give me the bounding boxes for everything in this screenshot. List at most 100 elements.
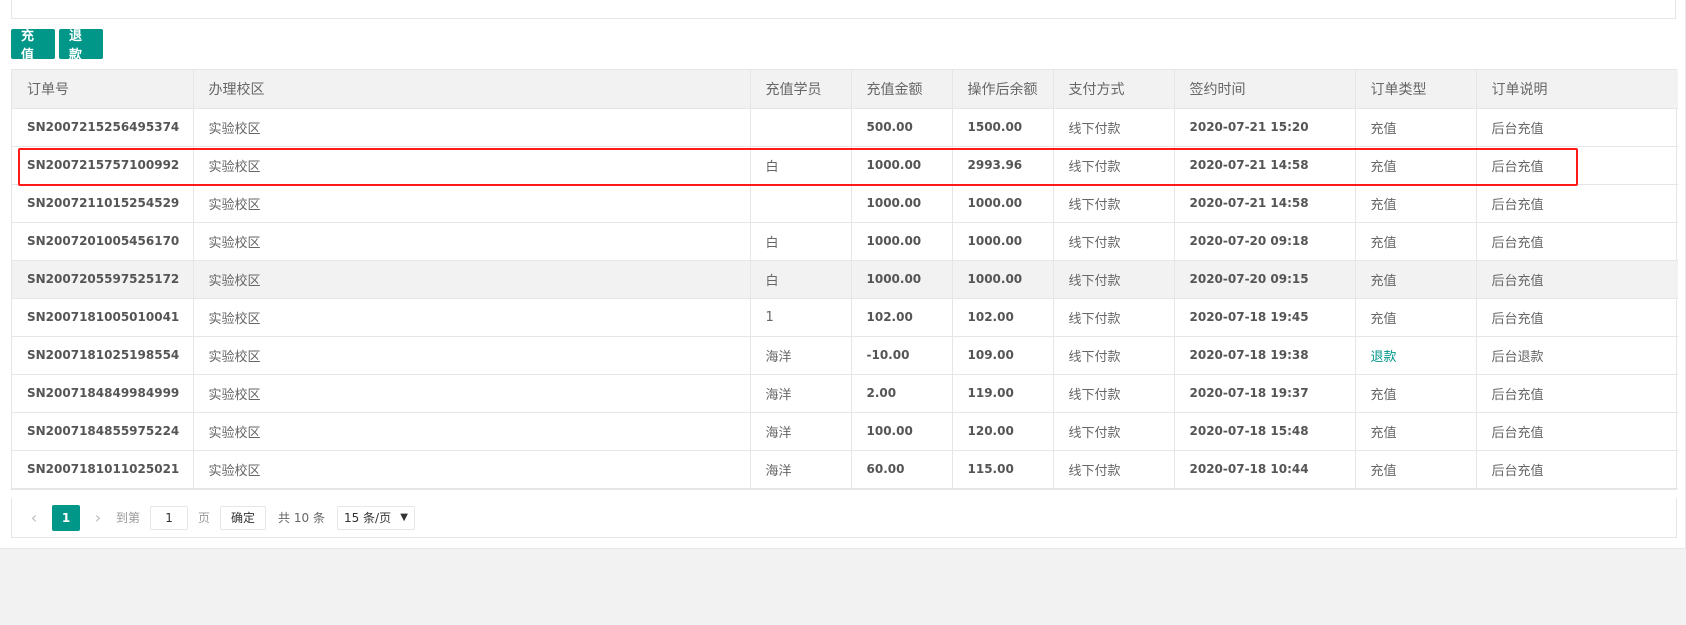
student-cell [750,184,852,223]
campus-cell: 实验校区 [193,184,751,223]
order-no-cell: SN2007205597525172 [12,260,194,299]
current-page-button[interactable]: 1 [52,504,80,531]
order-no-cell: SN2007181011025021 [12,450,194,489]
sign-time-cell: 2020-07-20 09:15 [1174,260,1356,299]
student-cell: 白 [750,222,852,261]
prev-page-icon[interactable]: ‹ [26,505,42,531]
table-row[interactable]: SN2007181011025021 实验校区 海洋 60.00 115.00 线下付款 2… [12,450,1678,489]
student-cell [750,108,852,147]
pay-method-cell: 线下付款 [1053,298,1175,337]
table-row[interactable]: SN2007211015254529 实验校区 1000.00 1000.00 线下付款… [12,184,1678,223]
order-type-cell: 充值 [1355,450,1477,489]
header-order-no[interactable]: 订单号 [12,70,194,109]
header-pay-method[interactable]: 支付方式 [1053,70,1175,109]
pay-method-cell: 线下付款 [1053,184,1175,223]
amount-cell: 1000.00 [851,146,953,185]
order-no-cell: SN2007201005456170 [12,222,194,261]
amount-cell: 1000.00 [851,222,953,261]
note-cell: 后台退款 [1476,336,1678,375]
note-cell: 后台充值 [1476,450,1678,489]
note-cell: 后台充值 [1476,108,1678,147]
goto-label: 到第 [116,511,141,525]
recharge-button[interactable]: 充值 [11,29,55,63]
refund-button[interactable]: 退款 [59,29,103,63]
order-type-cell: 充值 [1355,374,1477,413]
note-cell: 后台充值 [1476,146,1678,185]
sign-time-cell: 2020-07-18 19:38 [1174,336,1356,375]
header-balance[interactable]: 操作后余额 [952,70,1054,109]
order-type-cell: 充值 [1355,222,1477,261]
order-no-cell: SN2007215256495374 [12,108,194,147]
table-row[interactable]: SN2007215757100992 实验校区白 1000.00 2993.96 线下付… [12,146,1678,185]
amount-cell: 100.00 [851,412,953,451]
sign-time-cell: 2020-07-18 15:48 [1174,412,1356,451]
amount-cell: 1000.00 [851,260,953,299]
pay-method-cell: 线下付款 [1053,374,1175,413]
order-type-cell: 退款 [1355,336,1477,375]
amount-cell: 60.00 [851,450,953,489]
note-cell: 后台充值 [1476,222,1678,261]
balance-cell: 115.00 [952,450,1054,489]
student-cell: 白 [750,146,852,185]
table-row[interactable]: SN2007184855975224 实验校区 海洋 100.00 120.00 线下付款… [12,412,1678,451]
campus-cell: 实验校区 [193,412,751,451]
note-cell: 后台充值 [1476,374,1678,413]
student-cell: 海洋 [750,374,852,413]
balance-cell: 2993.96 [952,146,1054,185]
header-campus[interactable]: 办理校区 [193,70,751,109]
goto-page-input[interactable] [150,505,189,530]
student-cell: 1 [750,298,852,337]
campus-cell: 实验校区 [193,450,751,489]
order-type-cell: 充值 [1355,108,1477,147]
table-row[interactable]: SN2007181025198554 实验校区 海洋 -10.00 109.00 线下付款… [12,336,1678,375]
toolbar: 充值 退款 [11,29,103,63]
table-row[interactable]: SN2007215256495374 实验校区 500.00 1500.00 线下付款 2… [12,108,1678,147]
note-cell: 后台充值 [1476,184,1678,223]
next-page-icon[interactable]: › [90,505,106,531]
campus-cell: 实验校区 [193,108,751,147]
order-no-cell: SN2007215757100992 [12,146,194,185]
table-row[interactable]: SN2007205597525172 实验校区白 1000.00 1000.00 线下付… [12,260,1678,299]
pay-method-cell: 线下付款 [1053,222,1175,261]
campus-cell: 实验校区 [193,298,751,337]
table-row[interactable]: SN2007201005456170 实验校区白 1000.00 1000.00 线下付… [12,222,1678,261]
student-cell: 海洋 [750,450,852,489]
balance-cell: 120.00 [952,412,1054,451]
header-amount[interactable]: 充值金额 [851,70,953,109]
sign-time-cell: 2020-07-18 19:37 [1174,374,1356,413]
campus-cell: 实验校区 [193,260,751,299]
balance-cell: 109.00 [952,336,1054,375]
order-type-cell: 充值 [1355,412,1477,451]
header-order-type[interactable]: 订单类型 [1355,70,1477,109]
amount-cell: 2.00 [851,374,953,413]
pay-method-cell: 线下付款 [1053,336,1175,375]
order-no-cell: SN2007181025198554 [12,336,194,375]
order-no-cell: SN2007184849984999 [12,374,194,413]
pay-method-cell: 线下付款 [1053,412,1175,451]
amount-cell: -10.00 [851,336,953,375]
confirm-button[interactable]: 确定 [220,505,267,530]
sign-time-cell: 2020-07-21 14:58 [1174,184,1356,223]
total-count: 共 10 条 [278,511,325,525]
pay-method-cell: 线下付款 [1053,260,1175,299]
campus-cell: 实验校区 [193,374,751,413]
dropdown-caret-icon: ▼ [400,512,408,523]
order-type-cell: 充值 [1355,298,1477,337]
pagination: ‹ 1 › 到第 页 确定 共 10 条 15 条/页 ▼ [11,498,1677,538]
student-cell: 海洋 [750,412,852,451]
amount-cell: 1000.00 [851,184,953,223]
sign-time-cell: 2020-07-21 15:20 [1174,108,1356,147]
header-sign-time[interactable]: 签约时间 [1174,70,1356,109]
note-cell: 后台充值 [1476,260,1678,299]
header-note[interactable]: 订单说明 [1476,70,1678,109]
student-cell: 海洋 [750,336,852,375]
table-row[interactable]: SN2007184849984999 实验校区 海洋 2.00 119.00 线下付款 20… [12,374,1678,413]
note-cell: 后台充值 [1476,298,1678,337]
order-type-cell: 充值 [1355,146,1477,185]
table-row[interactable]: SN2007181005010041 实验校区 1 102.00 102.00 线下付款 2… [12,298,1678,337]
pay-method-cell: 线下付款 [1053,450,1175,489]
note-cell: 后台充值 [1476,412,1678,451]
header-student[interactable]: 充值学员 [750,70,852,109]
page-size-select[interactable]: 15 条/页 ▼ [336,505,415,530]
top-search-box [11,0,1676,19]
